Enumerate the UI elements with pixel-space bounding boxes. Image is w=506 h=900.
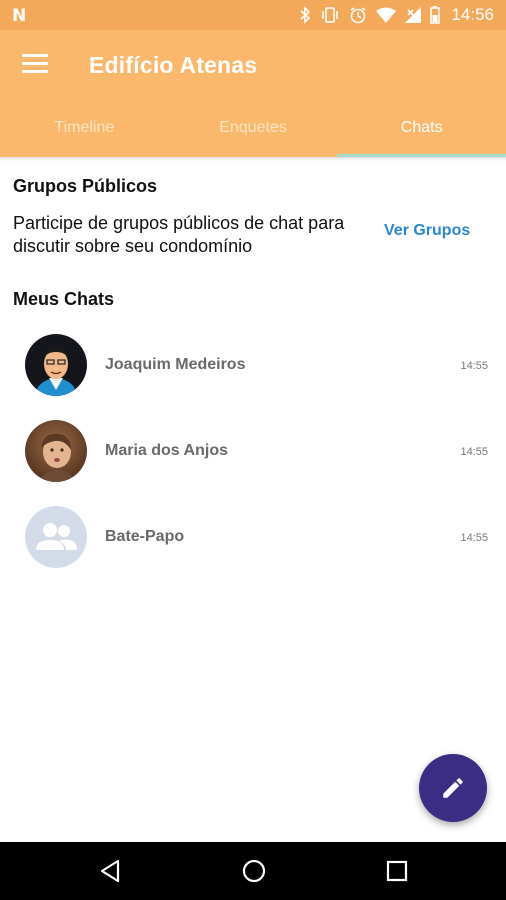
compose-fab-button[interactable] [419,754,487,822]
public-groups-description: Participe de grupos públicos de chat par… [13,213,345,256]
chat-item-bate-papo[interactable]: Bate-Papo 14:55 [0,494,506,580]
photo-woman-avatar [25,420,87,482]
tab-chats[interactable]: Chats [337,102,506,157]
pencil-icon [443,778,463,798]
back-button[interactable] [96,856,126,886]
chat-time: 14:55 [460,360,488,372]
avatar [25,334,87,396]
chat-name: Bate-Papo [105,528,185,545]
chat-name: Maria dos Anjos [105,442,228,459]
avatar [25,506,87,568]
chat-item-maria-dos-anjos[interactable]: Maria dos Anjos 14:55 [0,408,506,494]
home-button[interactable] [239,856,269,886]
status-bar: N 14:56 [0,0,506,30]
app-title: Edifício Atenas [89,52,258,78]
vibrate-icon [322,7,339,23]
n-notification-icon: N [12,6,27,26]
wifi-icon [376,7,397,23]
back-icon [100,859,120,883]
chat-name: Joaquim Medeiros [105,356,246,373]
status-icons: 14:56 [299,5,494,25]
tab-enquetes[interactable]: Enquetes [169,102,338,157]
chat-item-joaquim-medeiros[interactable]: Joaquim Medeiros 14:55 [0,322,506,408]
tab-timeline[interactable]: Timeline [0,102,169,157]
battery-icon [430,6,441,24]
alarm-icon [351,7,366,24]
status-time: 14:56 [451,5,494,24]
divider [0,157,506,161]
ver-grupos-button[interactable]: Ver Grupos [384,222,470,240]
signal-icon [405,7,422,23]
group-icon [36,523,77,550]
recents-button[interactable] [382,856,412,886]
my-chats-title: Meus Chats [13,289,115,309]
bluetooth-icon [300,6,311,24]
navigation-bar [0,842,506,900]
recents-icon [386,860,408,882]
public-groups-title: Grupos Públicos [13,176,158,196]
tab-bar: Timeline Enquetes Chats [0,102,506,157]
illustrated-man-avatar [25,334,87,396]
avatar [25,420,87,482]
menu-icon[interactable] [22,54,48,74]
chat-time: 14:55 [460,446,488,458]
app-bar: Edifício Atenas [0,30,506,102]
home-icon [242,859,266,883]
chat-time: 14:55 [460,532,488,544]
